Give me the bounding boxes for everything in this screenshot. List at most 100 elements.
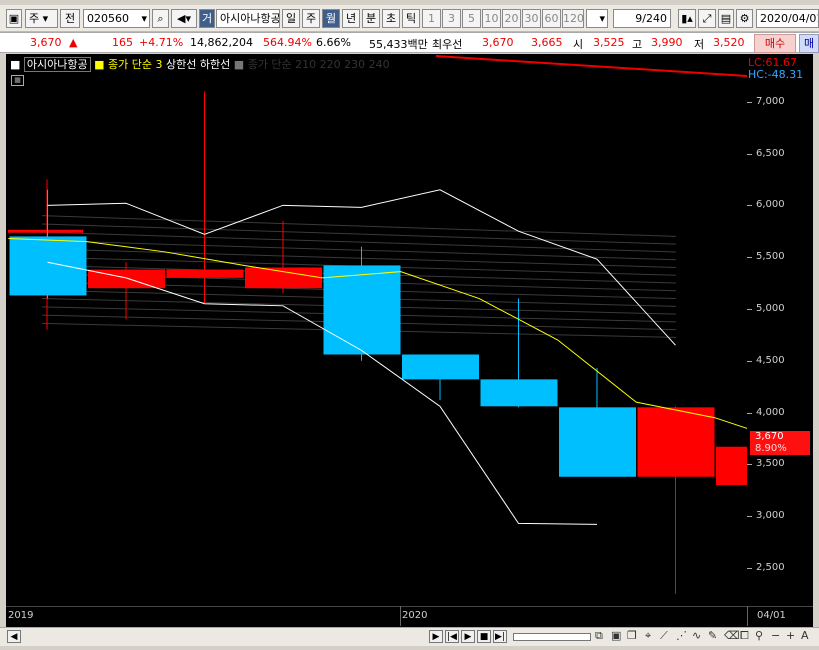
num-button[interactable]: 5 (462, 9, 481, 28)
window-icon[interactable]: ▣ (611, 629, 621, 642)
period-tick[interactable]: 틱 (402, 9, 420, 28)
last-pct-label: 8.90% (755, 443, 787, 454)
legend-upper: 상한선 (166, 58, 197, 71)
y-tick-mark (747, 308, 752, 310)
scroll-bar: ◀ ▶ |◀ ▶ ■ ▶| ⧉ ▣ ❐ ⌖ ⟋ ⋰ ∿ ✎ ⌫ ⧠ ⚲ − + … (0, 627, 819, 646)
candle-body (480, 379, 558, 407)
stop-icon[interactable]: ■ (477, 630, 491, 643)
best-bid: 3,665 (531, 36, 563, 49)
date-field[interactable]: 2020/04/01 (756, 9, 819, 28)
period-year[interactable]: 년 (342, 9, 360, 28)
search-icon[interactable]: ⌕ (152, 9, 169, 28)
period-minute[interactable]: 분 (362, 9, 380, 28)
zoom-out-icon[interactable]: − (771, 629, 780, 642)
buy-button[interactable]: 매수 (754, 34, 796, 53)
num-button[interactable]: 120 (562, 9, 584, 28)
num-button[interactable]: 60 (542, 9, 561, 28)
x-label-date: 04/01 (757, 610, 786, 621)
period-month[interactable]: 월 (322, 9, 340, 28)
count-field[interactable]: 9/240 (613, 9, 671, 28)
shape-icon[interactable]: ✎ (708, 629, 717, 642)
x-label-2020: 2020 (402, 610, 428, 621)
price-chart[interactable] (6, 54, 747, 606)
market-select[interactable]: 주 ▾ (25, 9, 58, 28)
play-icon[interactable]: ▶ (461, 630, 475, 643)
type-button[interactable]: 전 (60, 9, 80, 28)
capture-icon[interactable]: ⧠ (740, 629, 749, 643)
trend-icon[interactable]: ⤢ (698, 9, 716, 28)
y-tick-label: 3,500 (756, 458, 785, 470)
zoom-fit-icon[interactable]: ⧉ (595, 629, 603, 643)
num-button[interactable]: 3 (442, 9, 461, 28)
ma-long-line (41, 240, 677, 261)
y-tick-mark (747, 257, 752, 259)
candle-body (637, 407, 715, 477)
num-button[interactable]: 10 (482, 9, 501, 28)
change: 165 (112, 36, 133, 49)
change-pct: +4.71% (139, 36, 184, 49)
best-ask: 3,670 (482, 36, 514, 49)
trendline-icon[interactable]: ⟋ (660, 629, 668, 643)
period-second[interactable]: 초 (382, 9, 400, 28)
zoom-in-icon[interactable]: + (786, 629, 795, 642)
eraser-icon[interactable]: ⌫ (724, 629, 740, 642)
period-day[interactable]: 일 (282, 9, 300, 28)
scroll-left-icon[interactable]: ◀ (7, 630, 21, 643)
turnover: 6.66% (316, 36, 351, 49)
code-input[interactable]: 020560 ▾ (83, 9, 150, 28)
period-week[interactable]: 주 (302, 9, 320, 28)
layers-icon[interactable]: ❐ (627, 629, 637, 642)
candle-body (559, 407, 636, 477)
layout-icon[interactable]: ▣ (6, 9, 22, 28)
legend-ma: 종가 단순 3 (108, 58, 163, 71)
save-icon[interactable]: ▤ (718, 9, 734, 28)
y-tick-label: 5,000 (756, 302, 785, 314)
ma-long-line (41, 215, 677, 237)
candle-body (166, 269, 244, 278)
open: 3,525 (593, 36, 625, 49)
search-zoom-icon[interactable]: ⚲ (755, 629, 763, 642)
stock-name: 아시아나항공 (216, 9, 280, 28)
play-prev-icon[interactable]: |◀ (445, 630, 459, 643)
crosshair-icon[interactable]: ⌖ (645, 629, 651, 643)
speed-slider[interactable] (513, 633, 591, 641)
y-tick-label: 3,000 (756, 510, 785, 522)
x-label-2019: 2019 (8, 610, 34, 621)
y-tick-label: 4,500 (756, 354, 785, 366)
chart-area[interactable] (6, 54, 747, 606)
num-button[interactable]: 20 (502, 9, 521, 28)
y-tick-mark (747, 101, 752, 103)
y-tick-mark (747, 567, 752, 569)
volume: 14,862,204 (190, 36, 253, 49)
custom-period-select[interactable]: ▾ (586, 9, 608, 28)
legend-hidden: 종가 단순 210 220 230 240 (247, 58, 390, 71)
last-price-label: 3,670 (755, 431, 784, 442)
grid-icon[interactable]: ▦ (11, 75, 24, 86)
candle-body (323, 265, 401, 355)
x-divider (747, 606, 748, 626)
ma-long-red-line (435, 55, 747, 77)
y-tick-mark (747, 464, 752, 466)
candle-icon[interactable]: ▮▴ (678, 9, 696, 28)
high-label: 고 (632, 38, 643, 51)
y-tick-mark (747, 360, 752, 362)
measure-icon[interactable]: ∿ (692, 629, 701, 642)
legend-square-icon: ■ (10, 58, 21, 71)
ma-long-line (41, 223, 677, 245)
num-button[interactable]: 30 (522, 9, 541, 28)
scroll-right-icon[interactable]: ▶ (429, 630, 443, 643)
side-button[interactable]: 거 (199, 9, 215, 28)
legend-square-icon: ■ (94, 58, 105, 71)
text-tool-icon[interactable]: A (801, 629, 809, 642)
y-axis (747, 54, 813, 606)
ma-long-line (41, 231, 677, 253)
up-arrow-icon: ▲ (69, 36, 78, 49)
sell-button[interactable]: 매 (799, 34, 819, 53)
y-tick-label: 4,000 (756, 406, 785, 418)
num-button[interactable]: 1 (422, 9, 441, 28)
y-tick-label: 6,000 (756, 199, 785, 211)
play-next-icon[interactable]: ▶| (493, 630, 507, 643)
fib-icon[interactable]: ⋰ (676, 629, 687, 642)
speaker-icon[interactable]: ◀▾ (171, 9, 197, 28)
gear-icon[interactable]: ⚙ (736, 9, 753, 28)
